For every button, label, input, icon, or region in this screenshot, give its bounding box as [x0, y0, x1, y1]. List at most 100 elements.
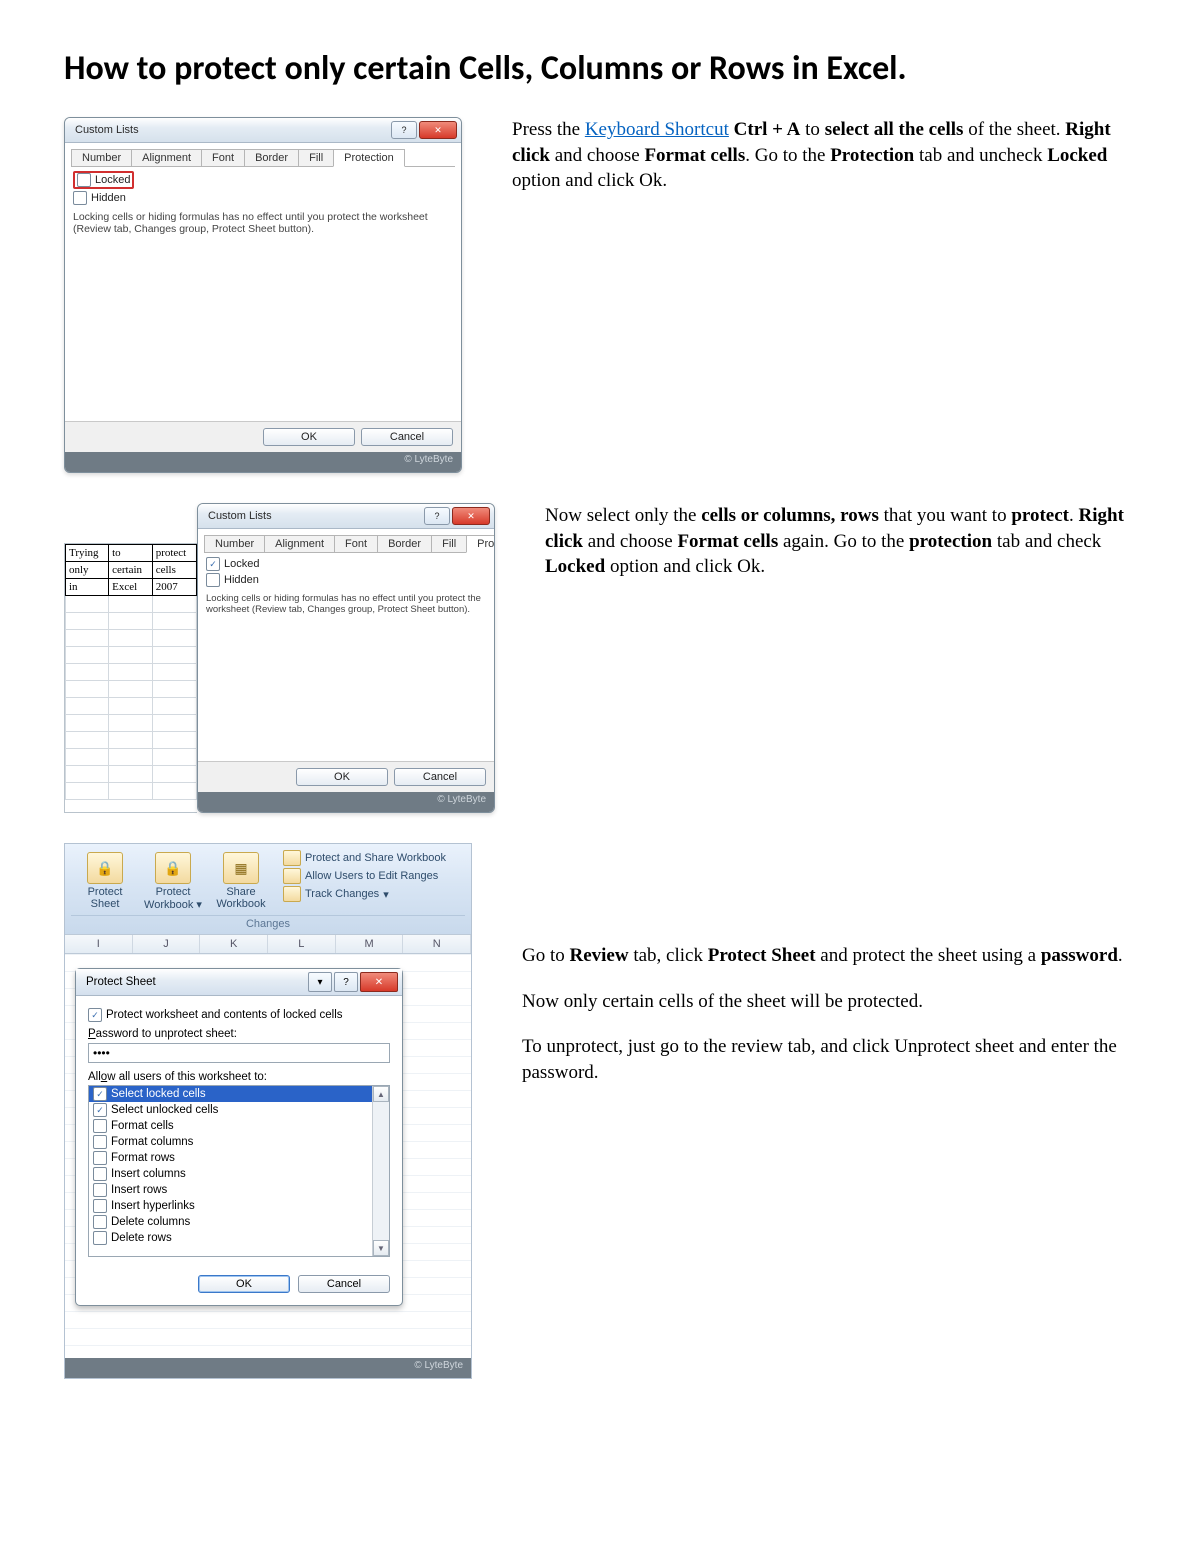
permissions-list: Select locked cells Select unlocked cells…	[88, 1085, 390, 1257]
permission-item[interactable]: Insert hyperlinks	[89, 1198, 389, 1214]
watermark: © LyteByte	[65, 452, 461, 472]
ok-button[interactable]: OK	[198, 1275, 290, 1293]
close-button[interactable]: ✕	[360, 972, 398, 992]
tab-number[interactable]: Number	[204, 535, 265, 552]
allow-label: Allow all users of this worksheet to:	[88, 1071, 390, 1083]
step3-paragraph-3: To unprotect, just go to the review tab,…	[522, 1034, 1136, 1085]
watermark: © LyteByte	[65, 1358, 471, 1378]
ribbon-group-label: Changes	[71, 915, 465, 932]
table-row: inExcel2007	[66, 579, 197, 596]
permission-checkbox[interactable]	[93, 1167, 107, 1181]
permission-checkbox[interactable]	[93, 1151, 107, 1165]
protect-sheet-dialog: Protect Sheet ▾ ? ✕ Protect worksheet an…	[75, 968, 403, 1306]
tab-font[interactable]: Font	[201, 149, 245, 166]
shield-icon	[283, 850, 301, 866]
protect-workbook-ribbon-button[interactable]: 🔒 Protect Workbook ▾	[139, 850, 207, 911]
permission-item[interactable]: Insert columns	[89, 1166, 389, 1182]
protection-note: Locking cells or hiding formulas has no …	[73, 211, 453, 235]
close-button[interactable]: ✕	[452, 507, 490, 525]
share-icon: ▦	[223, 852, 259, 884]
permission-item[interactable]: Format cells	[89, 1118, 389, 1134]
permission-checkbox[interactable]	[93, 1103, 107, 1117]
help-button[interactable]: ?	[424, 507, 450, 525]
hidden-label: Hidden	[224, 574, 259, 586]
track-icon	[283, 886, 301, 902]
ok-button[interactable]: OK	[296, 768, 388, 786]
permission-checkbox[interactable]	[93, 1087, 107, 1101]
watermark: © LyteByte	[198, 792, 494, 812]
cancel-button[interactable]: Cancel	[361, 428, 453, 446]
tab-alignment[interactable]: Alignment	[264, 535, 335, 552]
column-headers: IJKLMN	[65, 934, 471, 954]
page-title: How to protect only certain Cells, Colum…	[64, 48, 1136, 89]
permission-label: Insert hyperlinks	[111, 1200, 195, 1212]
scrollbar[interactable]: ▲ ▼	[372, 1086, 389, 1256]
dialog-title: Custom Lists	[75, 124, 139, 136]
protect-sheet-ribbon-button[interactable]: 🔒 Protect Sheet	[71, 850, 139, 910]
qat-button[interactable]: ▾	[308, 972, 332, 992]
mini-spreadsheet: Tryingtoprotect onlycertaincells inExcel…	[64, 543, 197, 813]
permission-item[interactable]: Select unlocked cells	[89, 1102, 389, 1118]
permission-label: Select locked cells	[111, 1088, 206, 1100]
tab-font[interactable]: Font	[334, 535, 378, 552]
permission-item[interactable]: Insert rows	[89, 1182, 389, 1198]
permission-item[interactable]: Delete rows	[89, 1230, 389, 1246]
keyboard-shortcut-link[interactable]: Keyboard Shortcut	[585, 119, 729, 140]
cancel-button[interactable]: Cancel	[394, 768, 486, 786]
password-label: PPassword to unprotect sheet:assword to …	[88, 1028, 390, 1040]
help-button[interactable]: ?	[391, 121, 417, 139]
locked-label: Locked	[224, 558, 259, 570]
tab-fill[interactable]: Fill	[431, 535, 467, 552]
tab-protection[interactable]: Protection	[466, 535, 495, 553]
permission-label: Insert columns	[111, 1168, 186, 1180]
permission-checkbox[interactable]	[93, 1183, 107, 1197]
scroll-down-button[interactable]: ▼	[373, 1240, 389, 1256]
tab-strip: Number Alignment Font Border Fill Protec…	[204, 535, 488, 553]
lock-icon: 🔒	[155, 852, 191, 884]
protect-toggle-checkbox[interactable]	[88, 1008, 102, 1022]
tab-strip: Number Alignment Font Border Fill Protec…	[71, 149, 455, 167]
tab-alignment[interactable]: Alignment	[131, 149, 202, 166]
permission-item[interactable]: Delete columns	[89, 1214, 389, 1230]
permission-checkbox[interactable]	[93, 1199, 107, 1213]
step1-paragraph: Press the Keyboard Shortcut Ctrl + A to …	[512, 117, 1136, 194]
ok-button[interactable]: OK	[263, 428, 355, 446]
step3-paragraph-2: Now only certain cells of the sheet will…	[522, 989, 1136, 1015]
permission-item[interactable]: Format rows	[89, 1150, 389, 1166]
hidden-checkbox[interactable]	[73, 191, 87, 205]
dialog-title: Protect Sheet	[86, 976, 156, 988]
permission-label: Select unlocked cells	[111, 1104, 218, 1116]
permission-checkbox[interactable]	[93, 1231, 107, 1245]
locked-checkbox[interactable]	[206, 557, 220, 571]
hidden-checkbox[interactable]	[206, 573, 220, 587]
help-button[interactable]: ?	[334, 972, 358, 992]
tab-fill[interactable]: Fill	[298, 149, 334, 166]
tab-border[interactable]: Border	[377, 535, 432, 552]
permission-checkbox[interactable]	[93, 1119, 107, 1133]
permission-label: Delete rows	[111, 1232, 172, 1244]
protection-note: Locking cells or hiding formulas has no …	[206, 593, 486, 615]
permission-label: Format rows	[111, 1152, 175, 1164]
close-button[interactable]: ✕	[419, 121, 457, 139]
step3-paragraph-1: Go to Review tab, click Protect Sheet an…	[522, 943, 1136, 969]
permission-item[interactable]: Format columns	[89, 1134, 389, 1150]
password-input[interactable]	[88, 1043, 390, 1063]
dialog-title: Custom Lists	[208, 510, 272, 522]
share-workbook-ribbon-button[interactable]: ▦ Share Workbook	[207, 850, 275, 910]
tab-number[interactable]: Number	[71, 149, 132, 166]
locked-checkbox[interactable]	[77, 173, 91, 187]
permission-checkbox[interactable]	[93, 1135, 107, 1149]
tab-border[interactable]: Border	[244, 149, 299, 166]
format-cells-dialog-2: Custom Lists ? ✕ Number Alignment Font B…	[197, 503, 495, 813]
locked-label: Locked	[95, 174, 130, 186]
allow-edit-ranges-button[interactable]: Allow Users to Edit Ranges	[283, 868, 465, 884]
lock-icon: 🔒	[87, 852, 123, 884]
protect-share-workbook-button[interactable]: Protect and Share Workbook	[283, 850, 465, 866]
permission-checkbox[interactable]	[93, 1215, 107, 1229]
cancel-button[interactable]: Cancel	[298, 1275, 390, 1293]
scroll-up-button[interactable]: ▲	[373, 1086, 389, 1102]
tab-protection[interactable]: Protection	[333, 149, 405, 167]
track-changes-button[interactable]: Track Changes ▾	[283, 886, 465, 902]
permission-item[interactable]: Select locked cells	[89, 1086, 389, 1102]
protect-toggle-label: Protect worksheet and contents of locked…	[106, 1009, 343, 1021]
